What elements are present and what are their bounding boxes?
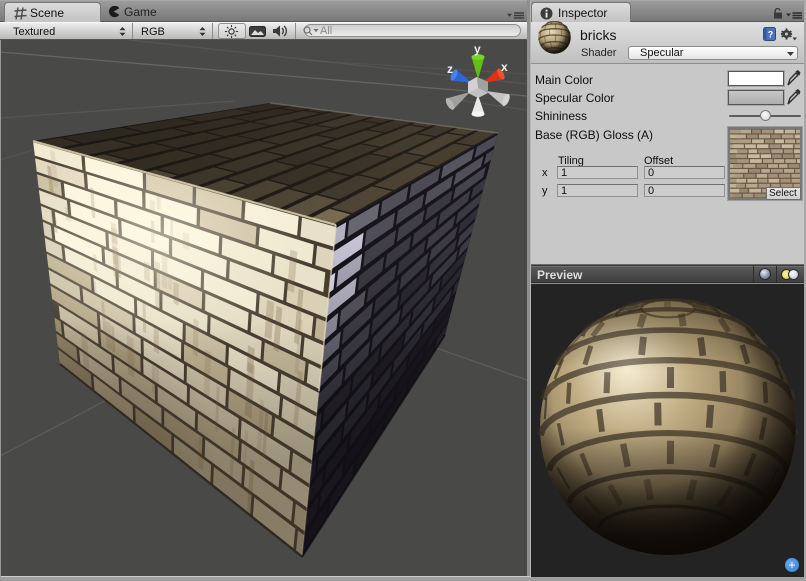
svg-text:y: y (474, 42, 481, 56)
svg-text:z: z (447, 62, 453, 76)
svg-text:x: x (501, 60, 508, 74)
svg-text:?: ? (768, 30, 774, 40)
